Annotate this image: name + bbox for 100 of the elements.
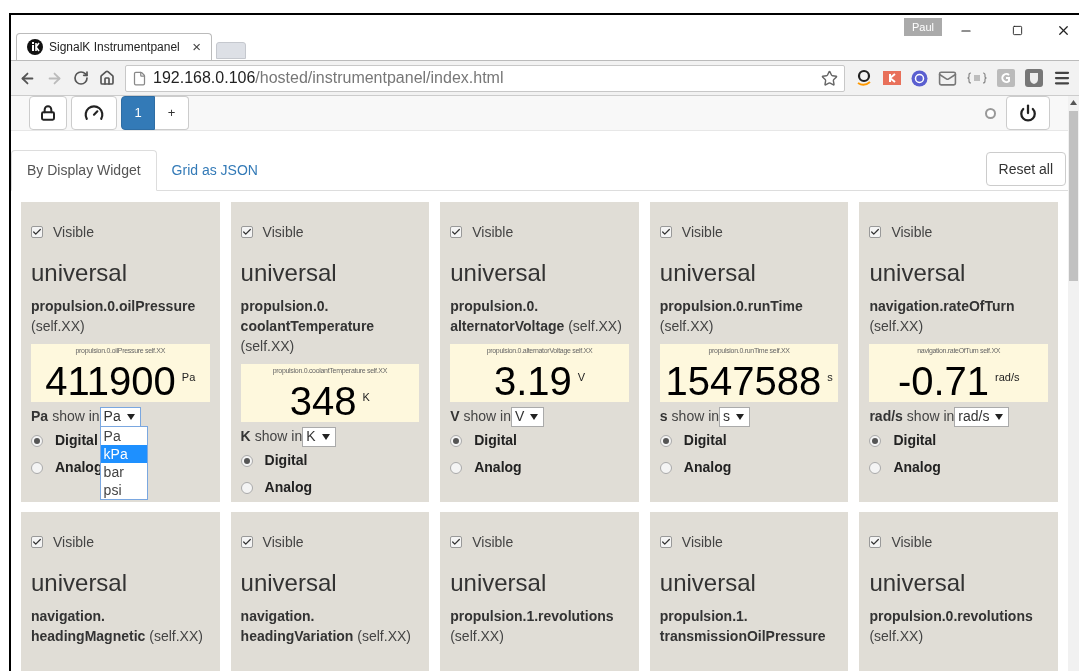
tab-title: SignalK Instrumentpanel <box>49 39 180 56</box>
logo-icon <box>27 39 43 55</box>
add-page-button[interactable]: + <box>155 96 189 130</box>
unit-label: K <box>240 427 251 446</box>
lock-button[interactable] <box>29 96 67 130</box>
address-bar[interactable]: 192.168.0.106/hosted/instrumentpanel/index.html <box>125 64 845 92</box>
mode-radio[interactable] <box>659 461 672 474</box>
unit-option[interactable]: psi <box>100 480 147 499</box>
data-source: (self.XX) <box>31 318 85 334</box>
visible-label: Visible <box>891 532 933 552</box>
extension-icon[interactable] <box>855 69 873 87</box>
mode-radio[interactable] <box>869 461 882 474</box>
visible-label: Visible <box>472 532 514 552</box>
url-path: /hosted/instrumentpanel/index.html <box>255 68 504 88</box>
data-path: propulsion.0.revolutions <box>869 608 1033 624</box>
visible-label: Visible <box>53 532 94 552</box>
reload-icon[interactable] <box>73 70 89 86</box>
close-icon[interactable] <box>1056 23 1071 38</box>
caret-icon <box>321 433 330 440</box>
menu-icon[interactable] <box>1053 69 1071 87</box>
page-button[interactable]: 1 <box>121 96 155 130</box>
url-host: 192.168.0.106 <box>153 68 256 88</box>
visible-checkbox[interactable] <box>240 226 253 238</box>
visible-checkbox[interactable] <box>869 536 882 548</box>
display-unit: V <box>577 370 586 385</box>
unit-option[interactable]: Pa <box>100 426 147 445</box>
mode-radio[interactable] <box>31 461 43 474</box>
display-unit: K <box>362 390 370 405</box>
mode-label: Digital <box>474 431 517 450</box>
maximize-icon[interactable] <box>1012 25 1023 36</box>
widget-type: universal <box>31 258 129 288</box>
unit-select[interactable]: rad/s <box>954 406 1010 427</box>
mode-label: Analog <box>474 458 522 477</box>
data-path: propulsion.0.alternatorVoltage <box>450 298 565 334</box>
settings-tab[interactable]: Grid as JSON <box>156 150 273 191</box>
browser-tab[interactable]: SignalK Instrumentpanel × <box>16 33 212 60</box>
widget-type: universal <box>240 568 338 598</box>
unit-label: s <box>659 407 668 426</box>
data-source: (self.XX) <box>450 628 504 644</box>
unit-select[interactable]: s <box>719 406 751 427</box>
display-value: 348 <box>289 380 357 422</box>
visible-checkbox[interactable] <box>869 226 882 238</box>
unit-select[interactable]: K <box>302 426 336 447</box>
home-icon[interactable] <box>99 70 115 86</box>
mode-radio[interactable] <box>659 434 672 447</box>
bookmark-star-icon[interactable] <box>821 69 838 87</box>
scroll-thumb[interactable] <box>1069 111 1078 281</box>
scrollbar[interactable] <box>1068 96 1079 671</box>
unit-option[interactable]: bar <box>100 462 147 481</box>
dashboard-button[interactable] <box>71 96 117 130</box>
mode-radio[interactable] <box>240 454 253 467</box>
tab-close-button[interactable]: × <box>192 35 201 59</box>
page-icon <box>132 70 147 86</box>
widget-type: universal <box>450 258 548 288</box>
data-source: (self.XX) <box>149 628 203 644</box>
widget-type: universal <box>659 568 757 598</box>
widget-type: universal <box>450 568 548 598</box>
widget-type: universal <box>659 258 757 288</box>
visible-checkbox[interactable] <box>659 536 672 548</box>
unit-select[interactable]: Pa <box>99 406 141 427</box>
show-in-label: show in <box>906 407 955 426</box>
scroll-up-icon[interactable] <box>1070 100 1077 105</box>
visible-label: Visible <box>891 222 933 242</box>
unit-select[interactable]: V <box>511 406 545 427</box>
mode-radio[interactable] <box>450 434 463 447</box>
mode-label: Analog <box>683 458 732 477</box>
mode-label: Digital <box>893 431 937 450</box>
widget-type: universal <box>869 568 967 598</box>
visible-label: Visible <box>262 222 304 242</box>
show-in-label: show in <box>671 407 720 426</box>
widget-type: universal <box>31 568 129 598</box>
settings-tab[interactable]: By Display Widget <box>11 150 157 191</box>
mode-label: Digital <box>683 431 727 450</box>
mode-radio[interactable] <box>869 434 882 447</box>
mode-label: Analog <box>264 478 313 497</box>
mode-radio[interactable] <box>450 461 463 474</box>
mail-icon[interactable] <box>938 68 957 88</box>
visible-checkbox[interactable] <box>31 226 43 238</box>
visible-checkbox[interactable] <box>450 226 463 238</box>
unit-label: Pa <box>31 407 49 426</box>
visible-checkbox[interactable] <box>450 536 463 548</box>
caret-icon <box>126 413 135 420</box>
power-icon <box>1019 104 1037 122</box>
visible-label: Visible <box>53 222 94 242</box>
visible-label: Visible <box>262 532 304 552</box>
braces-icon[interactable] <box>967 72 987 84</box>
display-unit: rad/s <box>995 370 1020 385</box>
gauge-icon <box>84 103 104 123</box>
mode-radio[interactable] <box>31 434 43 447</box>
caret-icon <box>530 413 539 420</box>
power-button[interactable] <box>1006 96 1050 130</box>
visible-checkbox[interactable] <box>659 226 672 238</box>
shield-icon[interactable] <box>1025 69 1043 87</box>
mode-radio[interactable] <box>240 481 253 494</box>
data-source: (self.XX) <box>659 318 714 334</box>
reset-all-button[interactable]: Reset all <box>985 152 1066 186</box>
visible-checkbox[interactable] <box>31 536 43 548</box>
data-source: (self.XX) <box>869 628 924 644</box>
visible-checkbox[interactable] <box>240 536 253 548</box>
data-source: (self.XX) <box>869 318 924 334</box>
